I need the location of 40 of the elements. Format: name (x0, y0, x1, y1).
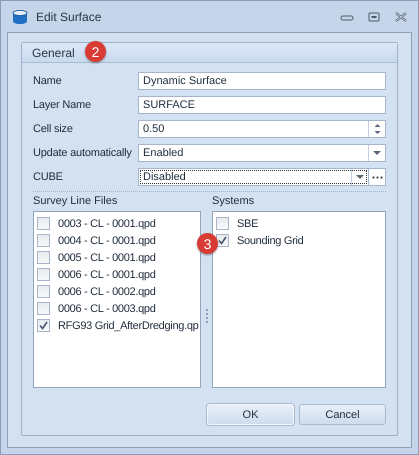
list-item[interactable]: 0006 - CL - 0001.qpd (37, 266, 200, 283)
cancel-button[interactable]: Cancel (299, 404, 386, 425)
field-label: Name (33, 75, 63, 87)
list-item[interactable]: 0006 - CL - 0002.qpd (37, 283, 200, 300)
field-label: CUBE (33, 171, 64, 183)
field-label: Layer Name (33, 99, 92, 111)
checkbox[interactable] (37, 302, 50, 315)
list-item[interactable]: Sounding Grid (216, 232, 385, 249)
ok-button[interactable]: OK (207, 404, 294, 425)
dropdown-field[interactable]: Enabled (138, 144, 386, 162)
field-label: Cell size (33, 123, 74, 135)
checkbox[interactable] (37, 268, 50, 281)
ellipsis-icon (372, 176, 382, 178)
field-label: Update automatically (33, 147, 133, 159)
close-button[interactable] (394, 12, 408, 22)
input-field[interactable]: SURFACE (138, 96, 386, 114)
group-title: General (32, 46, 75, 60)
checkbox[interactable] (37, 251, 50, 264)
list-title: Systems (212, 195, 256, 209)
checkbox[interactable] (37, 319, 50, 332)
database-icon (11, 8, 29, 24)
list-item[interactable]: 0006 - CL - 0003.qpd (37, 300, 200, 317)
number-badge: 2 (85, 41, 106, 62)
list-title: Survey Line Files (33, 195, 118, 209)
list-item[interactable]: RFG93 Grid_AfterDredging.qp (37, 317, 200, 334)
more-button[interactable] (369, 168, 386, 186)
window-title: Edit Surface (36, 10, 102, 24)
list-item[interactable]: 0004 - CL - 0001.qpd (37, 232, 200, 249)
checkbox[interactable] (37, 217, 50, 230)
checkbox[interactable] (37, 285, 50, 298)
list-item[interactable]: SBE (216, 215, 385, 232)
input-field[interactable]: Dynamic Surface (138, 72, 386, 90)
checkbox[interactable] (37, 234, 50, 247)
maximize-button[interactable] (367, 12, 381, 22)
dropdown-field[interactable]: Disabled (138, 168, 369, 186)
checkbox[interactable] (216, 217, 229, 230)
list-item[interactable]: 0003 - CL - 0001.qpd (37, 215, 200, 232)
list-item[interactable]: 0005 - CL - 0001.qpd (37, 249, 200, 266)
spin-field[interactable]: 0.50 (138, 120, 386, 138)
checkbox[interactable] (216, 234, 229, 247)
